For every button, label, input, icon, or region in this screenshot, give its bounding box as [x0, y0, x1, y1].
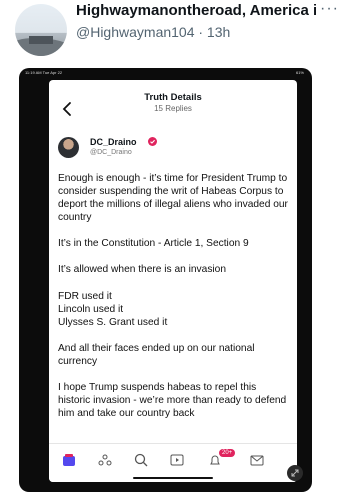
groups-icon[interactable]: [97, 452, 113, 468]
page-title: Truth Details: [144, 92, 202, 103]
post-paragraph: It’s allowed when there is an invasion: [58, 264, 227, 276]
more-options-icon[interactable]: ···: [320, 0, 339, 18]
bottom-tab-bar: 20+: [49, 443, 297, 482]
post-paragraph: It’s in the Constitution - Article 1, Se…: [58, 238, 249, 250]
reply-count: 15 Replies: [154, 104, 192, 113]
video-icon[interactable]: [169, 452, 185, 468]
home-indicator: [133, 477, 213, 479]
messages-icon[interactable]: [249, 452, 265, 468]
post-body: Enough is enough - it’s time for Preside…: [58, 172, 290, 433]
post-paragraph: Enough is enough - it’s time for Preside…: [58, 173, 288, 224]
ipad-screenshot[interactable]: 11:19 AM Tue Apr 22 61% Truth Details 15…: [19, 68, 312, 492]
author-name[interactable]: DC_Draino: [90, 137, 137, 147]
verified-badge-icon: [148, 137, 157, 146]
display-name[interactable]: Highwaymanontheroad, America is th...: [76, 2, 316, 19]
author-handle: @DC_Draino: [90, 149, 132, 156]
handle-and-time: @Highwayman104 · 13h: [76, 24, 231, 40]
author-avatar[interactable]: [58, 137, 79, 158]
post-paragraph: And all their faces ended up on our nati…: [58, 342, 255, 367]
status-battery: 61%: [295, 70, 304, 75]
expand-icon[interactable]: [287, 465, 303, 481]
post-header: Highwaymanontheroad, America is th... @H…: [0, 0, 357, 60]
status-time: 11:19 AM Tue Apr 22: [25, 70, 63, 75]
search-icon[interactable]: [133, 452, 149, 468]
truth-details-screen: Truth Details 15 Replies DC_Draino @DC_D…: [49, 80, 297, 482]
home-icon[interactable]: [61, 452, 77, 468]
post-paragraph: I hope Trump suspends habeas to repel th…: [58, 382, 287, 420]
avatar[interactable]: [15, 4, 67, 56]
post-paragraph: FDR used it Lincoln used it Ulysses S. G…: [58, 290, 168, 328]
notifications-badge: 20+: [219, 449, 236, 457]
